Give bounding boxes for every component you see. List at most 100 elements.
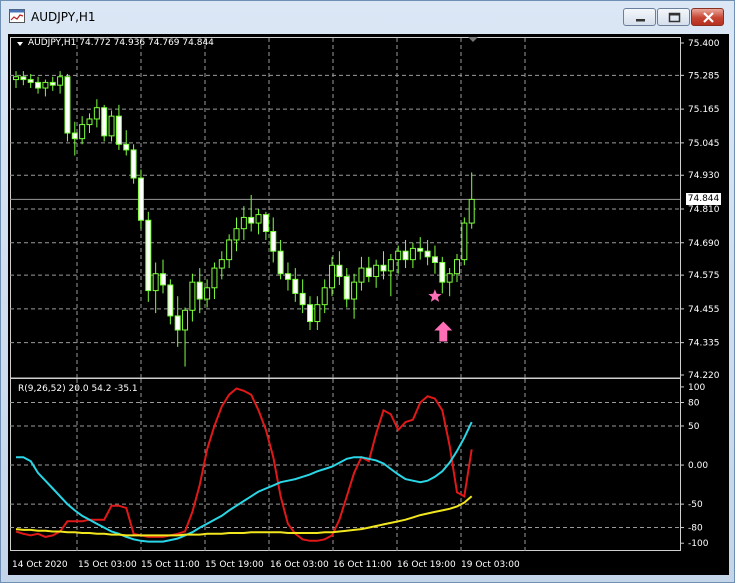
candle-body bbox=[262, 214, 269, 233]
signal-markers bbox=[428, 289, 453, 342]
close-value: 74.844 bbox=[182, 38, 214, 48]
candle-body bbox=[277, 250, 284, 275]
candle-body bbox=[20, 76, 27, 81]
title-bar[interactable]: AUDJPY,H1 bbox=[1, 1, 734, 31]
symbol-label: AUDJPY,H1 bbox=[28, 38, 77, 48]
candle-body bbox=[395, 250, 402, 261]
candle-body bbox=[182, 309, 189, 331]
y-axis-label: 74.810 bbox=[688, 205, 720, 215]
x-axis-label: 15 Oct 11:00 bbox=[141, 560, 200, 570]
candle-body bbox=[446, 273, 453, 283]
y-axis-label: 74.335 bbox=[688, 339, 720, 349]
candle-body bbox=[130, 149, 137, 179]
candle-body bbox=[152, 273, 159, 292]
up-arrow-icon bbox=[434, 321, 453, 342]
candle-body bbox=[387, 259, 394, 272]
y-axis-label: 75.400 bbox=[688, 39, 720, 49]
chart-area[interactable]: 14 Oct 2020 15 Oct 03:00 15 Oct 11:00 15 Oc… bbox=[8, 34, 729, 575]
candlestick-series bbox=[13, 71, 475, 367]
candle-body bbox=[189, 281, 196, 311]
indicator-value-3: -35.1 bbox=[114, 384, 138, 394]
y-axis-label: 74.575 bbox=[688, 271, 720, 281]
main-chart-header: AUDJPY,H1 74.772 74.936 74.769 74.844 bbox=[28, 38, 214, 48]
candle-body bbox=[351, 281, 358, 300]
candle-body bbox=[27, 79, 34, 83]
candle-body bbox=[431, 256, 438, 263]
indicator-axis-label: 0.00 bbox=[688, 461, 708, 471]
candle-body bbox=[380, 264, 387, 272]
candle-body bbox=[329, 264, 336, 289]
candle-body bbox=[307, 304, 313, 323]
indicator-name: R(9,26,52) bbox=[18, 384, 66, 394]
candle-body bbox=[468, 198, 475, 224]
candle-body bbox=[160, 273, 166, 286]
candle-body bbox=[343, 276, 350, 300]
indicator-axis-label: 100 bbox=[688, 383, 705, 393]
candle-body bbox=[137, 177, 144, 221]
candle-body bbox=[79, 124, 86, 140]
candle-body bbox=[314, 304, 321, 323]
indicator-axis-label: -50 bbox=[688, 500, 703, 510]
candle-body bbox=[439, 261, 446, 283]
candle-body bbox=[115, 115, 122, 145]
open-value: 74.772 bbox=[79, 38, 111, 48]
y-axis-label: 75.045 bbox=[688, 139, 720, 149]
price-chart[interactable]: 14 Oct 2020 15 Oct 03:00 15 Oct 11:00 15 Oc… bbox=[8, 34, 729, 575]
candle-body bbox=[270, 231, 277, 252]
candle-body bbox=[321, 287, 328, 306]
candle-body bbox=[417, 247, 424, 252]
maximize-button[interactable] bbox=[657, 8, 690, 26]
candle-body bbox=[42, 81, 49, 89]
chart-window: AUDJPY,H1 14 Oct 2020 15 Oct 03:00 15 Oct … bbox=[0, 0, 735, 583]
candle-body bbox=[64, 76, 71, 134]
candle-body bbox=[204, 287, 211, 300]
candle-body bbox=[101, 107, 108, 137]
candle-body bbox=[292, 278, 299, 294]
candle-body bbox=[358, 267, 365, 283]
close-button[interactable] bbox=[691, 8, 724, 26]
x-axis-label: 15 Oct 19:00 bbox=[205, 560, 264, 570]
low-value: 74.769 bbox=[148, 38, 180, 48]
x-axis-label: 15 Oct 03:00 bbox=[78, 560, 137, 570]
current-price-label: 74.844 bbox=[686, 193, 721, 205]
high-value: 74.936 bbox=[113, 38, 146, 48]
candle-body bbox=[218, 259, 225, 269]
y-axis-label: 74.455 bbox=[688, 305, 720, 315]
minimize-button[interactable] bbox=[623, 8, 656, 26]
shift-marker-icon[interactable] bbox=[468, 37, 478, 42]
candle-body bbox=[284, 273, 291, 280]
candle-body bbox=[123, 143, 130, 151]
candle-body bbox=[167, 284, 174, 317]
indicator-axis-label: -100 bbox=[688, 539, 709, 549]
candle-body bbox=[211, 267, 218, 289]
candle-body bbox=[35, 81, 42, 89]
candle-body bbox=[336, 264, 343, 278]
indicator-axis-label: 80 bbox=[688, 399, 700, 409]
x-axis-label: 16 Oct 11:00 bbox=[333, 560, 392, 570]
candle-body bbox=[174, 315, 181, 331]
star-icon bbox=[428, 289, 442, 302]
indicator-axis-label: 50 bbox=[688, 422, 700, 432]
y-axis-label: 74.690 bbox=[688, 239, 720, 249]
candle-body bbox=[461, 222, 468, 261]
window-title: AUDJPY,H1 bbox=[31, 10, 96, 24]
indicator-axis-label: -80 bbox=[688, 524, 703, 534]
candle-body bbox=[145, 219, 152, 292]
candle-body bbox=[71, 132, 78, 140]
candle-body bbox=[424, 250, 431, 258]
chart-window-icon bbox=[9, 9, 25, 23]
x-axis-label: 19 Oct 03:00 bbox=[461, 560, 520, 570]
candle-body bbox=[196, 281, 203, 300]
candle-body bbox=[255, 214, 262, 224]
candle-body bbox=[299, 292, 306, 306]
candle-body bbox=[402, 250, 409, 261]
indicator-value-1: 20.0 bbox=[68, 384, 89, 394]
indicator-value-2: 54.2 bbox=[91, 384, 112, 394]
dropdown-triangle-icon[interactable] bbox=[17, 42, 23, 46]
candle-body bbox=[233, 228, 240, 241]
close-icon bbox=[703, 12, 714, 23]
candle-body bbox=[226, 239, 233, 261]
indicator-header: R(9,26,52) 20.0 54.2 -35.1 bbox=[18, 384, 138, 394]
y-axis-label: 74.220 bbox=[688, 371, 720, 381]
y-axis-label: 75.285 bbox=[688, 71, 720, 81]
